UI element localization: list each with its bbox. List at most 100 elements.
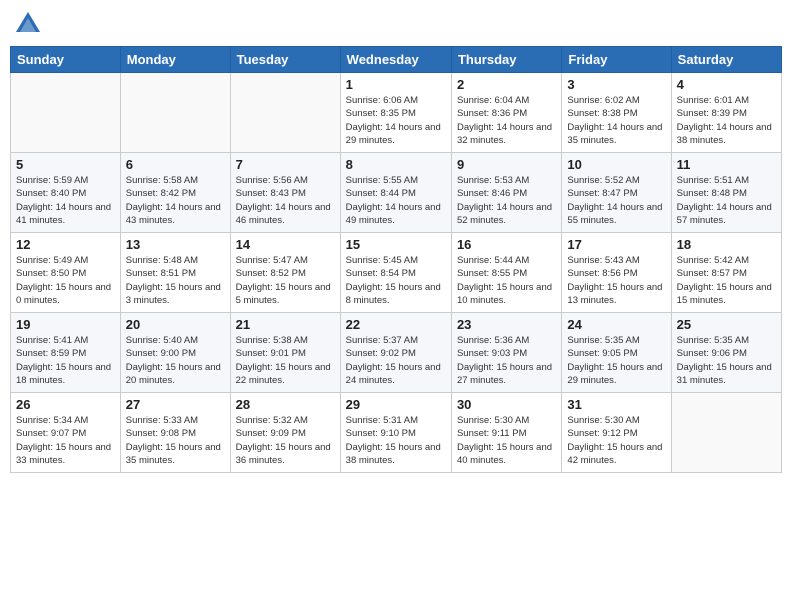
day-info: Sunrise: 5:47 AM Sunset: 8:52 PM Dayligh… — [236, 254, 335, 307]
calendar-cell: 24 Sunrise: 5:35 AM Sunset: 9:05 PM Dayli… — [562, 313, 671, 393]
weekday-header-saturday: Saturday — [671, 47, 781, 73]
calendar-cell: 1 Sunrise: 6:06 AM Sunset: 8:35 PM Daylig… — [340, 73, 451, 153]
day-info: Sunrise: 6:06 AM Sunset: 8:35 PM Dayligh… — [346, 94, 446, 147]
day-info: Sunrise: 5:53 AM Sunset: 8:46 PM Dayligh… — [457, 174, 556, 227]
day-number: 29 — [346, 397, 446, 412]
day-info: Sunrise: 5:58 AM Sunset: 8:42 PM Dayligh… — [126, 174, 225, 227]
day-info: Sunrise: 6:01 AM Sunset: 8:39 PM Dayligh… — [677, 94, 776, 147]
day-number: 21 — [236, 317, 335, 332]
calendar-cell — [120, 73, 230, 153]
day-number: 2 — [457, 77, 556, 92]
day-info: Sunrise: 5:41 AM Sunset: 8:59 PM Dayligh… — [16, 334, 115, 387]
calendar-cell: 15 Sunrise: 5:45 AM Sunset: 8:54 PM Dayli… — [340, 233, 451, 313]
calendar-cell: 7 Sunrise: 5:56 AM Sunset: 8:43 PM Daylig… — [230, 153, 340, 233]
day-info: Sunrise: 5:35 AM Sunset: 9:05 PM Dayligh… — [567, 334, 665, 387]
day-number: 7 — [236, 157, 335, 172]
day-number: 8 — [346, 157, 446, 172]
weekday-header-sunday: Sunday — [11, 47, 121, 73]
calendar-cell: 26 Sunrise: 5:34 AM Sunset: 9:07 PM Dayli… — [11, 393, 121, 473]
weekday-header-thursday: Thursday — [451, 47, 561, 73]
day-info: Sunrise: 5:42 AM Sunset: 8:57 PM Dayligh… — [677, 254, 776, 307]
day-number: 30 — [457, 397, 556, 412]
day-number: 18 — [677, 237, 776, 252]
calendar-cell: 22 Sunrise: 5:37 AM Sunset: 9:02 PM Dayli… — [340, 313, 451, 393]
calendar-cell: 8Sunrise: 5:55 AM Sunset: 8:44 PM Daylig… — [340, 153, 451, 233]
day-number: 27 — [126, 397, 225, 412]
day-info: Sunrise: 5:40 AM Sunset: 9:00 PM Dayligh… — [126, 334, 225, 387]
day-number: 10 — [567, 157, 665, 172]
day-info: Sunrise: 5:36 AM Sunset: 9:03 PM Dayligh… — [457, 334, 556, 387]
day-info: Sunrise: 5:56 AM Sunset: 8:43 PM Dayligh… — [236, 174, 335, 227]
calendar-cell: 19 Sunrise: 5:41 AM Sunset: 8:59 PM Dayli… — [11, 313, 121, 393]
weekday-header-monday: Monday — [120, 47, 230, 73]
day-number: 20 — [126, 317, 225, 332]
calendar-cell: 11 Sunrise: 5:51 AM Sunset: 8:48 PM Dayli… — [671, 153, 781, 233]
day-info: Sunrise: 5:49 AM Sunset: 8:50 PM Dayligh… — [16, 254, 115, 307]
day-info: Sunrise: 5:30 AM Sunset: 9:11 PM Dayligh… — [457, 414, 556, 467]
day-number: 19 — [16, 317, 115, 332]
day-number: 22 — [346, 317, 446, 332]
calendar-cell: 9 Sunrise: 5:53 AM Sunset: 8:46 PM Daylig… — [451, 153, 561, 233]
day-info: Sunrise: 5:43 AM Sunset: 8:56 PM Dayligh… — [567, 254, 665, 307]
day-info: Sunrise: 5:33 AM Sunset: 9:08 PM Dayligh… — [126, 414, 225, 467]
day-number: 31 — [567, 397, 665, 412]
calendar-cell: 16 Sunrise: 5:44 AM Sunset: 8:55 PM Dayli… — [451, 233, 561, 313]
calendar-cell: 31 Sunrise: 5:30 AM Sunset: 9:12 PM Dayli… — [562, 393, 671, 473]
calendar-week-2: 5 Sunrise: 5:59 AM Sunset: 8:40 PM Daylig… — [11, 153, 782, 233]
day-number: 3 — [567, 77, 665, 92]
page-header — [10, 10, 782, 38]
day-info: Sunrise: 5:34 AM Sunset: 9:07 PM Dayligh… — [16, 414, 115, 467]
calendar-week-3: 12 Sunrise: 5:49 AM Sunset: 8:50 PM Dayli… — [11, 233, 782, 313]
calendar-cell: 20 Sunrise: 5:40 AM Sunset: 9:00 PM Dayli… — [120, 313, 230, 393]
day-number: 5 — [16, 157, 115, 172]
day-info: Sunrise: 5:44 AM Sunset: 8:55 PM Dayligh… — [457, 254, 556, 307]
calendar-week-1: 1 Sunrise: 6:06 AM Sunset: 8:35 PM Daylig… — [11, 73, 782, 153]
calendar-cell: 14Sunrise: 5:47 AM Sunset: 8:52 PM Dayli… — [230, 233, 340, 313]
day-info: Sunrise: 5:45 AM Sunset: 8:54 PM Dayligh… — [346, 254, 446, 307]
day-number: 4 — [677, 77, 776, 92]
calendar-cell: 10 Sunrise: 5:52 AM Sunset: 8:47 PM Dayli… — [562, 153, 671, 233]
day-info: Sunrise: 6:04 AM Sunset: 8:36 PM Dayligh… — [457, 94, 556, 147]
calendar-cell: 28Sunrise: 5:32 AM Sunset: 9:09 PM Dayli… — [230, 393, 340, 473]
weekday-header-row: SundayMondayTuesdayWednesdayThursdayFrid… — [11, 47, 782, 73]
day-number: 15 — [346, 237, 446, 252]
day-info: Sunrise: 5:37 AM Sunset: 9:02 PM Dayligh… — [346, 334, 446, 387]
logo-icon — [14, 10, 42, 38]
day-number: 13 — [126, 237, 225, 252]
calendar-cell: 23Sunrise: 5:36 AM Sunset: 9:03 PM Dayli… — [451, 313, 561, 393]
calendar-cell: 3 Sunrise: 6:02 AM Sunset: 8:38 PM Daylig… — [562, 73, 671, 153]
calendar-cell — [671, 393, 781, 473]
day-number: 1 — [346, 77, 446, 92]
day-number: 26 — [16, 397, 115, 412]
weekday-header-tuesday: Tuesday — [230, 47, 340, 73]
day-info: Sunrise: 5:52 AM Sunset: 8:47 PM Dayligh… — [567, 174, 665, 227]
day-info: Sunrise: 5:30 AM Sunset: 9:12 PM Dayligh… — [567, 414, 665, 467]
calendar-cell: 13 Sunrise: 5:48 AM Sunset: 8:51 PM Dayli… — [120, 233, 230, 313]
logo — [14, 10, 46, 38]
day-number: 12 — [16, 237, 115, 252]
day-number: 17 — [567, 237, 665, 252]
day-info: Sunrise: 5:48 AM Sunset: 8:51 PM Dayligh… — [126, 254, 225, 307]
day-info: Sunrise: 5:51 AM Sunset: 8:48 PM Dayligh… — [677, 174, 776, 227]
calendar-cell: 17 Sunrise: 5:43 AM Sunset: 8:56 PM Dayli… — [562, 233, 671, 313]
day-info: Sunrise: 5:38 AM Sunset: 9:01 PM Dayligh… — [236, 334, 335, 387]
calendar-cell — [230, 73, 340, 153]
calendar-cell: 29Sunrise: 5:31 AM Sunset: 9:10 PM Dayli… — [340, 393, 451, 473]
calendar-cell — [11, 73, 121, 153]
calendar-cell: 12 Sunrise: 5:49 AM Sunset: 8:50 PM Dayli… — [11, 233, 121, 313]
day-number: 25 — [677, 317, 776, 332]
calendar-cell: 27 Sunrise: 5:33 AM Sunset: 9:08 PM Dayli… — [120, 393, 230, 473]
calendar-cell: 4 Sunrise: 6:01 AM Sunset: 8:39 PM Daylig… — [671, 73, 781, 153]
day-number: 16 — [457, 237, 556, 252]
day-number: 6 — [126, 157, 225, 172]
day-number: 24 — [567, 317, 665, 332]
day-info: Sunrise: 5:59 AM Sunset: 8:40 PM Dayligh… — [16, 174, 115, 227]
calendar-cell: 5 Sunrise: 5:59 AM Sunset: 8:40 PM Daylig… — [11, 153, 121, 233]
day-info: Sunrise: 6:02 AM Sunset: 8:38 PM Dayligh… — [567, 94, 665, 147]
calendar-cell: 25Sunrise: 5:35 AM Sunset: 9:06 PM Dayli… — [671, 313, 781, 393]
day-number: 11 — [677, 157, 776, 172]
day-number: 9 — [457, 157, 556, 172]
calendar-cell: 21 Sunrise: 5:38 AM Sunset: 9:01 PM Dayli… — [230, 313, 340, 393]
calendar-week-5: 26 Sunrise: 5:34 AM Sunset: 9:07 PM Dayli… — [11, 393, 782, 473]
calendar-table: SundayMondayTuesdayWednesdayThursdayFrid… — [10, 46, 782, 473]
